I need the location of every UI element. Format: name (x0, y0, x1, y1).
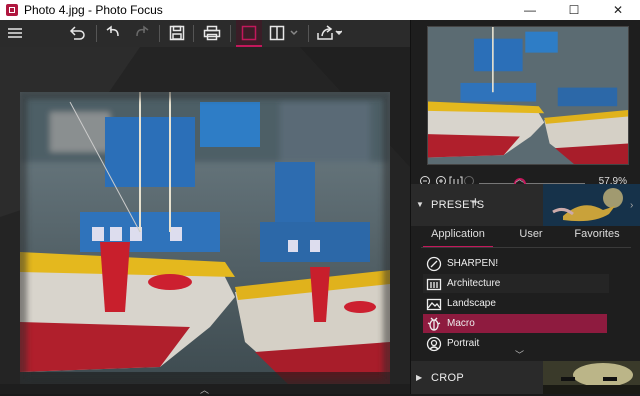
toolbar-divider (159, 25, 160, 42)
preset-label: Landscape (447, 298, 496, 309)
macro-icon (425, 316, 443, 332)
share-icon[interactable] (314, 22, 344, 44)
collapse-presets-icon[interactable]: ︿ (515, 348, 524, 361)
crop-icon (236, 22, 262, 44)
save-icon[interactable] (164, 22, 190, 44)
preset-label: Architecture (447, 278, 501, 289)
toolbar-divider (308, 25, 309, 42)
main-photo[interactable] (20, 92, 390, 384)
print-icon[interactable] (199, 22, 225, 44)
toolbar-divider (230, 25, 231, 42)
navigator-thumbnail[interactable] (427, 26, 629, 165)
collapse-caret-icon[interactable]: ▼ (416, 200, 424, 209)
photo-canvas[interactable] (0, 47, 410, 384)
side-panel: 57.9% ︿ ▼ PRESETS + Application User Fav… (410, 20, 640, 394)
undo-icon[interactable] (100, 22, 126, 44)
portrait-icon (425, 336, 443, 352)
add-preset-icon[interactable]: + (471, 194, 480, 211)
architecture-icon (425, 276, 443, 292)
crop-banner-image (543, 361, 640, 394)
toolbar-divider (96, 25, 97, 42)
toolbar-divider (193, 25, 194, 42)
crop-title: CROP (431, 372, 464, 384)
app-logo-icon (6, 4, 18, 16)
tab-favorites[interactable]: Favorites (567, 228, 627, 246)
close-button[interactable]: ✕ (596, 0, 640, 20)
preset-label: Macro (447, 318, 475, 329)
tab-application[interactable]: Application (423, 228, 493, 248)
title-bar: Photo 4.jpg - Photo Focus — ☐ ✕ (0, 0, 640, 20)
toolbar (0, 20, 410, 48)
landscape-icon (425, 296, 443, 312)
preset-item-landscape[interactable]: Landscape (423, 294, 609, 313)
redo-icon[interactable] (129, 22, 155, 44)
presets-banner-image (543, 184, 640, 226)
crop-tool-button[interactable] (236, 20, 262, 47)
maximize-button[interactable]: ☐ (552, 0, 596, 20)
expand-caret-icon[interactable]: ▶ (416, 373, 422, 382)
canvas-footer: ︿ (0, 383, 410, 396)
expand-filmstrip-icon[interactable]: ︿ (200, 383, 209, 396)
preset-item-macro[interactable]: Macro (423, 314, 607, 333)
tabs-divider (421, 247, 631, 248)
boats-image (20, 92, 390, 384)
tab-user[interactable]: User (501, 228, 561, 246)
crop-header[interactable]: ▶ CROP (411, 361, 640, 394)
navigator-image (428, 27, 628, 164)
compare-dropdown-icon[interactable] (287, 22, 301, 44)
window-title: Photo 4.jpg - Photo Focus (24, 3, 163, 17)
panel-expand-arrow-icon[interactable]: › (630, 200, 633, 211)
undo-all-icon[interactable] (64, 22, 90, 44)
presets-header[interactable]: ▼ PRESETS + (411, 184, 640, 226)
preset-item-sharpen[interactable]: SHARPEN! (423, 254, 609, 273)
preset-item-architecture[interactable]: Architecture (423, 274, 609, 293)
minimize-button[interactable]: — (508, 0, 552, 20)
sharpen-icon (425, 256, 443, 272)
preset-label: Portrait (447, 338, 480, 349)
preset-label: SHARPEN! (447, 258, 499, 269)
menu-icon[interactable] (2, 22, 28, 44)
preset-tabs: Application User Favorites (421, 228, 631, 248)
